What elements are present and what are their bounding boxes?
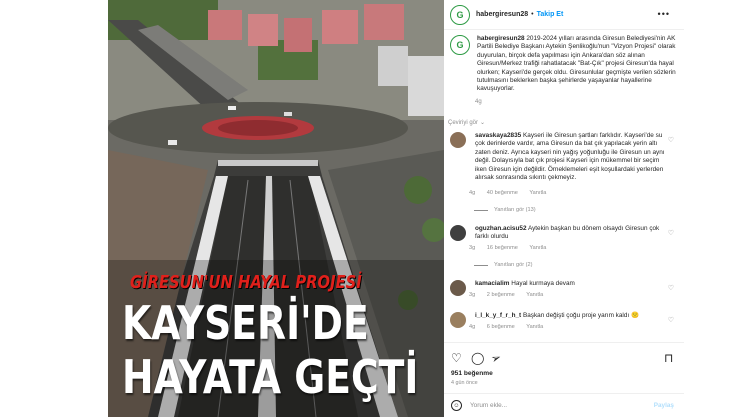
- comment-likes[interactable]: 6 beğenme: [487, 324, 515, 330]
- commenter-avatar[interactable]: [450, 280, 466, 296]
- share-comment-button[interactable]: Paylaş: [654, 402, 674, 409]
- comment-likes[interactable]: 40 beğenme: [487, 190, 518, 196]
- profile-avatar[interactable]: G: [450, 4, 470, 25]
- comment-username[interactable]: savaskaya2835: [475, 132, 521, 139]
- chevron-down-icon: ⌄: [480, 120, 486, 126]
- avatar-letter: G: [456, 40, 464, 50]
- comment-meta: 3g 16 beğenme Yanıtla: [469, 245, 556, 251]
- comment-text: kamacialim Hayal kurmaya devam: [475, 280, 665, 288]
- caption-body: 2019-2024 yılları arasında Giresun Beled…: [477, 35, 676, 93]
- follow-button[interactable]: Takip Et: [537, 11, 564, 18]
- comment-meta: 4g 6 beğenme Yanıtla: [469, 324, 553, 330]
- commenter-avatar[interactable]: [450, 225, 466, 241]
- comment-time: 4g: [469, 324, 476, 330]
- reply-button[interactable]: Yanıtla: [529, 245, 546, 251]
- caption-text: habergiresun28 2019-2024 yılları arasınd…: [477, 35, 682, 94]
- comments-scroll-area[interactable]: G habergiresun28 2019-2024 yılları arası…: [444, 30, 684, 342]
- comment-icon[interactable]: ◯: [471, 351, 484, 365]
- post-header: G habergiresun28 • Takip Et •••: [444, 0, 684, 30]
- reply-button[interactable]: Yanıtla: [526, 292, 543, 298]
- separator-dot: •: [531, 11, 534, 18]
- view-replies-button[interactable]: Yanıtları gör (2): [474, 262, 532, 268]
- comment-username[interactable]: i_l_k_y_f_r_h_t: [475, 312, 521, 319]
- post-caption: G habergiresun28 2019-2024 yılları arası…: [450, 35, 682, 94]
- emoji-icon[interactable]: ☺: [451, 400, 462, 411]
- more-options-icon[interactable]: •••: [658, 9, 670, 19]
- comment-meta: 3g 2 beğenme Yanıtla: [469, 292, 553, 298]
- comment-text: savaskaya2835 Kayseri ile Giresun şartla…: [475, 132, 665, 182]
- comment-like-heart-icon[interactable]: ♡: [668, 316, 674, 324]
- comment-like-heart-icon[interactable]: ♡: [668, 284, 674, 292]
- comment-text: i_l_k_y_f_r_h_t Başkan değişti çoğu proj…: [475, 312, 665, 320]
- post-side-panel: G habergiresun28 • Takip Et ••• G haberg…: [444, 0, 684, 417]
- comment-likes[interactable]: 2 beğenme: [487, 292, 515, 298]
- reply-button[interactable]: Yanıtla: [529, 190, 546, 196]
- caption-time: 4g: [475, 99, 482, 105]
- comment-username[interactable]: oguzhan.acisu52: [475, 225, 527, 232]
- reply-button[interactable]: Yanıtla: [526, 324, 543, 330]
- image-overlay-headline-1: KAYSERİ'DE: [122, 296, 369, 350]
- comment-body: Hayal kurmaya devam: [511, 280, 575, 287]
- comment-likes[interactable]: 16 beğenme: [487, 245, 518, 251]
- post-image[interactable]: GİRESUN'UN HAYAL PROJESİ KAYSERİ'DE HAYA…: [108, 0, 444, 417]
- translate-link[interactable]: Çeviriyi gör ⌄: [448, 119, 485, 126]
- view-replies-label: Yanıtları gör (2): [494, 262, 533, 268]
- image-overlay-headline-2: HAYATA GEÇTİ: [122, 350, 419, 404]
- post-actions: ♡ ◯ ➢ ⊓ 951 beğenme 4 gün önce ☺ Yorum e…: [444, 342, 684, 417]
- comment-text: oguzhan.acisu52 Aytekin başkan bu dönem …: [475, 225, 665, 242]
- comment-body: Kayseri ile Giresun şartları farklıdır. …: [475, 132, 665, 182]
- avatar-letter: G: [456, 9, 464, 20]
- comment-meta: 4g 40 beğenme Yanıtla: [469, 190, 556, 196]
- comment-like-heart-icon[interactable]: ♡: [668, 136, 674, 144]
- comment-time: 3g: [469, 292, 476, 298]
- commenter-avatar[interactable]: [450, 312, 466, 328]
- replies-divider: [474, 209, 488, 211]
- comment-username[interactable]: kamacialim: [475, 280, 509, 287]
- comment-body: Başkan değişti çoğu proje yarım kaldı 🙁: [522, 312, 639, 319]
- bookmark-icon[interactable]: ⊓: [664, 351, 673, 365]
- image-overlay-subtitle: GİRESUN'UN HAYAL PROJESİ: [130, 272, 362, 293]
- posted-ago: 4 gün önce: [451, 380, 478, 386]
- comment-input[interactable]: Yorum ekle...: [470, 402, 507, 409]
- replies-divider: [474, 264, 488, 266]
- comment-time: 4g: [469, 190, 476, 196]
- likes-count[interactable]: 951 beğenme: [451, 370, 493, 377]
- post-username[interactable]: habergiresun28: [476, 11, 528, 18]
- send-icon[interactable]: ➢: [489, 350, 503, 367]
- heart-icon[interactable]: ♡: [451, 351, 462, 365]
- comment-like-heart-icon[interactable]: ♡: [668, 229, 674, 237]
- comment-time: 3g: [469, 245, 476, 251]
- view-replies-button[interactable]: Yanıtları gör (13): [474, 207, 536, 213]
- translate-label: Çeviriyi gör: [448, 120, 479, 126]
- add-comment-bar: ☺ Yorum ekle... Paylaş: [444, 393, 684, 417]
- caption-username[interactable]: habergiresun28: [477, 35, 525, 42]
- caption-avatar[interactable]: G: [450, 35, 470, 55]
- view-replies-label: Yanıtları gör (13): [494, 207, 536, 213]
- commenter-avatar[interactable]: [450, 132, 466, 148]
